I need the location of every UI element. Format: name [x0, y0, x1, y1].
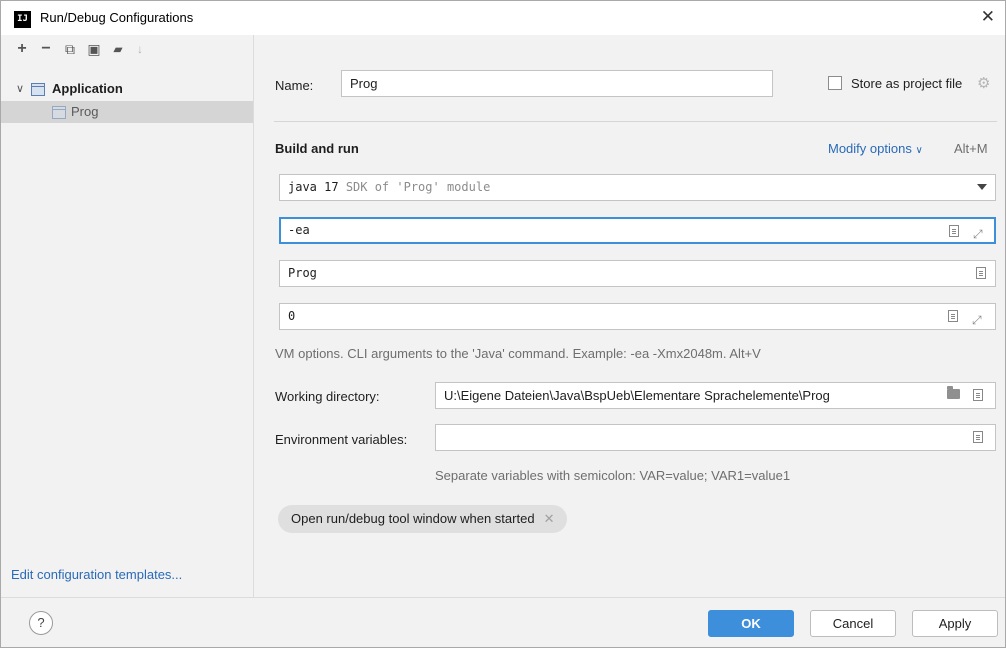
working-directory-label: Working directory: — [275, 389, 380, 404]
environment-variables-label: Environment variables: — [275, 432, 408, 447]
jre-hint: SDK of 'Prog' module — [345, 180, 491, 194]
cancel-button[interactable]: Cancel — [810, 610, 896, 637]
copy-icon[interactable]: ⧉ — [61, 40, 79, 58]
chevron-down-icon[interactable]: ∨ — [16, 78, 24, 100]
remove-icon[interactable]: − — [37, 40, 55, 58]
tree-item-prog[interactable]: Prog — [1, 101, 253, 123]
list-icon[interactable] — [948, 310, 958, 322]
environment-variables-hint: Separate variables with semicolon: VAR=v… — [435, 468, 791, 483]
title-bar: IJ Run/Debug Configurations ✕ — [1, 1, 1005, 35]
expand-icon[interactable]: ⤢ — [973, 223, 983, 246]
chevron-down-icon: ∨ — [915, 145, 923, 156]
modify-options-link[interactable]: Modify options ∨ — [828, 141, 923, 156]
program-arguments-value: 0 — [288, 309, 296, 323]
application-icon — [31, 83, 45, 96]
chip-label: Open run/debug tool window when started — [291, 511, 535, 526]
sidebar-toolbar: + − ⧉ ▣ ▰ ↓ — [1, 35, 253, 63]
working-directory-input[interactable]: U:\Eigene Dateien\Java\BspUeb\Elementare… — [435, 382, 996, 409]
window-title: Run/Debug Configurations — [40, 10, 194, 25]
list-icon[interactable] — [973, 389, 983, 401]
vm-options-hint: VM options. CLI arguments to the 'Java' … — [275, 346, 761, 361]
help-icon[interactable]: ? — [29, 611, 53, 635]
vm-options-value: -ea — [288, 223, 310, 237]
close-icon[interactable]: ✕ — [544, 505, 555, 533]
close-icon[interactable]: ✕ — [981, 7, 995, 27]
tree-group-label: Application — [52, 81, 123, 96]
list-icon[interactable] — [973, 431, 983, 443]
store-as-project-file-checkbox[interactable] — [828, 76, 842, 90]
tree-group-application[interactable]: ∨ Application — [1, 78, 253, 100]
configurations-sidebar: + − ⧉ ▣ ▰ ↓ ∨ Application Prog Edit conf… — [1, 35, 254, 597]
main-class-input[interactable]: Prog — [279, 260, 996, 287]
jre-select[interactable]: java 17 SDK of 'Prog' module — [279, 174, 996, 201]
divider — [274, 121, 997, 122]
run-debug-dialog: IJ Run/Debug Configurations ✕ + − ⧉ ▣ ▰ … — [0, 0, 1006, 648]
modify-options-label: Modify options — [828, 141, 912, 156]
edit-configuration-templates-link[interactable]: Edit configuration templates... — [11, 567, 182, 582]
name-input[interactable]: Prog — [341, 70, 773, 97]
list-icon[interactable] — [949, 225, 959, 237]
expand-icon[interactable]: ⤢ — [972, 308, 982, 333]
apply-button[interactable]: Apply — [912, 610, 998, 637]
gear-icon[interactable]: ⚙ — [977, 74, 990, 92]
sort-icon[interactable]: ↓ — [131, 40, 149, 58]
add-icon[interactable]: + — [13, 40, 31, 58]
dialog-footer: ? OK Cancel Apply — [1, 597, 1005, 647]
environment-variables-input[interactable] — [435, 424, 996, 451]
folder-icon[interactable] — [947, 386, 960, 399]
configuration-form: Name: Prog Store as project file ⚙ Build… — [254, 35, 1005, 597]
save-icon[interactable]: ▣ — [85, 40, 103, 58]
store-as-project-file-label: Store as project file — [851, 76, 963, 91]
modify-options-shortcut: Alt+M — [954, 141, 988, 156]
browse-class-icon[interactable] — [976, 267, 986, 279]
tree-item-label: Prog — [71, 104, 99, 119]
dropdown-arrow-icon[interactable] — [977, 184, 987, 190]
section-title: Build and run — [275, 141, 359, 156]
open-tool-window-chip[interactable]: Open run/debug tool window when started … — [278, 505, 567, 533]
jre-value: java 17 — [288, 180, 339, 194]
new-folder-icon[interactable]: ▰ — [109, 40, 127, 58]
working-directory-value: U:\Eigene Dateien\Java\BspUeb\Elementare… — [444, 388, 830, 403]
ok-button[interactable]: OK — [708, 610, 794, 637]
vm-options-input[interactable]: -ea ⤢ — [279, 217, 996, 244]
intellij-logo-icon: IJ — [14, 11, 31, 28]
program-arguments-input[interactable]: 0 ⤢ — [279, 303, 996, 330]
application-config-icon — [52, 106, 66, 119]
name-label: Name: — [275, 78, 314, 93]
main-class-value: Prog — [288, 266, 317, 280]
